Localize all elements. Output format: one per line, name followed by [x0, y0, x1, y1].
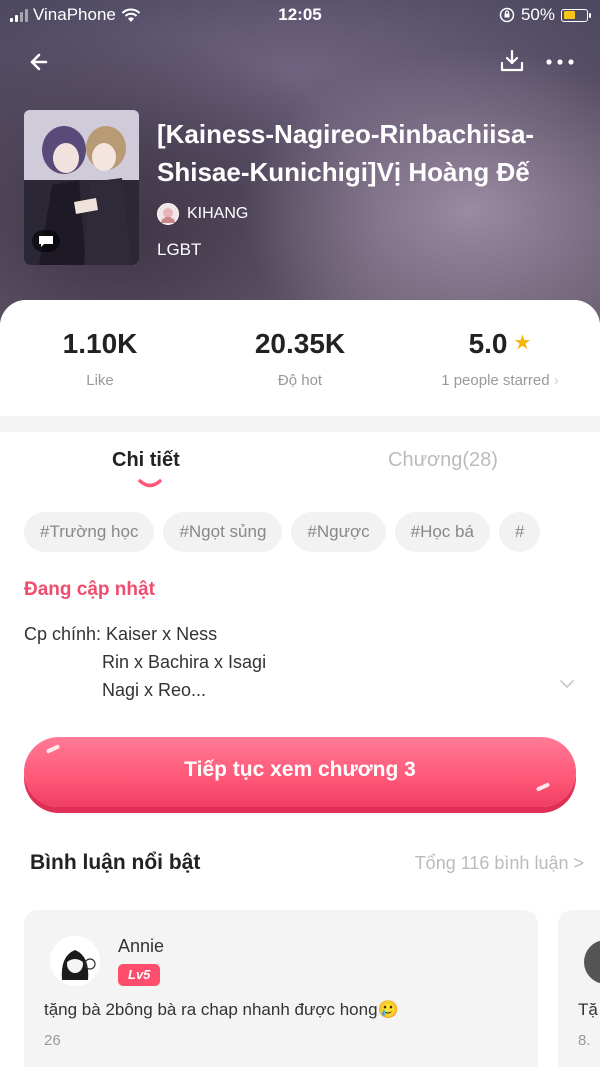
more-options-icon[interactable] — [544, 52, 576, 72]
tab-details[interactable]: Chi tiết — [112, 449, 180, 472]
orientation-lock-icon — [499, 7, 515, 23]
comments-total-link[interactable]: Tổng 116 bình luận > — [415, 853, 584, 874]
author-name: KIHANG — [187, 205, 249, 222]
tag-list: #Trường học #Ngọt sủng #Ngược #Học bá # — [24, 512, 600, 552]
header-banner: VinaPhone 12:05 50% [Kainess-Nagireo-Rin… — [0, 0, 600, 330]
tab-chapters[interactable]: Chương(28) — [388, 449, 498, 472]
comment-text: tặng bà 2bông bà ra chap nhanh được hong… — [44, 1000, 399, 1019]
cover-image[interactable] — [24, 110, 139, 265]
author-row[interactable]: KIHANG — [157, 203, 248, 225]
chevron-down-icon[interactable] — [558, 678, 576, 690]
comic-title: [Kainess-Nagireo-Rinbachiisa-Shisae-Kuni… — [157, 119, 535, 187]
description-line: Cp chính: Kaiser x Ness — [24, 624, 218, 644]
commenter-name: Annie — [118, 936, 165, 956]
comment-count: 8. — [578, 1032, 591, 1049]
star-icon: ★ — [513, 332, 532, 354]
comment-card[interactable]: Tặ 8. — [558, 910, 600, 1067]
comment-text: Tặ — [578, 1000, 598, 1019]
stats-panel: 1.10K Like 20.35K Độ hot 5.0 ★ 1 people s… — [0, 300, 600, 416]
tag-chip[interactable]: #Học bá — [394, 512, 490, 552]
continue-reading-button[interactable]: Tiếp tục xem chương 3 — [24, 737, 576, 807]
rating-label: 1 people starred — [441, 372, 550, 389]
download-icon[interactable] — [498, 47, 526, 75]
comments-heading: Bình luận nổi bật — [30, 851, 201, 874]
likes-stat: 1.10K Like — [0, 328, 200, 389]
active-tab-indicator — [138, 479, 162, 488]
details-panel: Chi tiết Chương(28) #Trường học #Ngọt sủn… — [0, 432, 600, 1067]
author-avatar — [157, 203, 179, 225]
tag-chip[interactable]: #Ngọt sủng — [163, 512, 283, 552]
battery-icon — [561, 8, 591, 22]
comment-count: 26 — [44, 1032, 61, 1049]
genre-label: LGBT — [157, 240, 202, 259]
level-badge: Lv5 — [118, 964, 161, 986]
rating-stat[interactable]: 5.0 ★ 1 people starred › — [400, 328, 600, 389]
tag-chip[interactable]: #Ngược — [291, 512, 386, 552]
back-arrow-icon[interactable] — [24, 46, 56, 78]
rating-value: 5.0 — [468, 328, 508, 359]
tag-chip[interactable]: #Trường học — [24, 512, 155, 552]
status-bar: VinaPhone 12:05 50% — [0, 0, 600, 32]
description-line: Rin x Bachira x Isagi — [102, 652, 267, 672]
hot-stat: 20.35K Độ hot — [200, 328, 400, 389]
likes-label: Like — [86, 372, 114, 389]
continue-reading-label: Tiếp tục xem chương 3 — [184, 758, 416, 781]
hot-value: 20.35K — [254, 328, 346, 359]
commenter-avatar[interactable] — [50, 936, 100, 986]
description-line: Nagi x Reo... — [102, 680, 207, 700]
chevron-right-icon: › — [553, 372, 559, 389]
tag-chip[interactable]: # — [498, 512, 541, 552]
hot-label: Độ hot — [277, 372, 323, 389]
likes-value: 1.10K — [62, 328, 138, 359]
comment-card[interactable]: Annie Lv5 tặng bà 2bông bà ra chap nhanh… — [24, 910, 538, 1067]
description[interactable]: Cp chính: Kaiser x Ness Rin x Bachira x … — [24, 620, 266, 704]
battery-percent: 50% — [520, 5, 555, 24]
update-status: Đang cập nhật — [24, 579, 155, 600]
commenter-avatar[interactable] — [584, 940, 600, 984]
